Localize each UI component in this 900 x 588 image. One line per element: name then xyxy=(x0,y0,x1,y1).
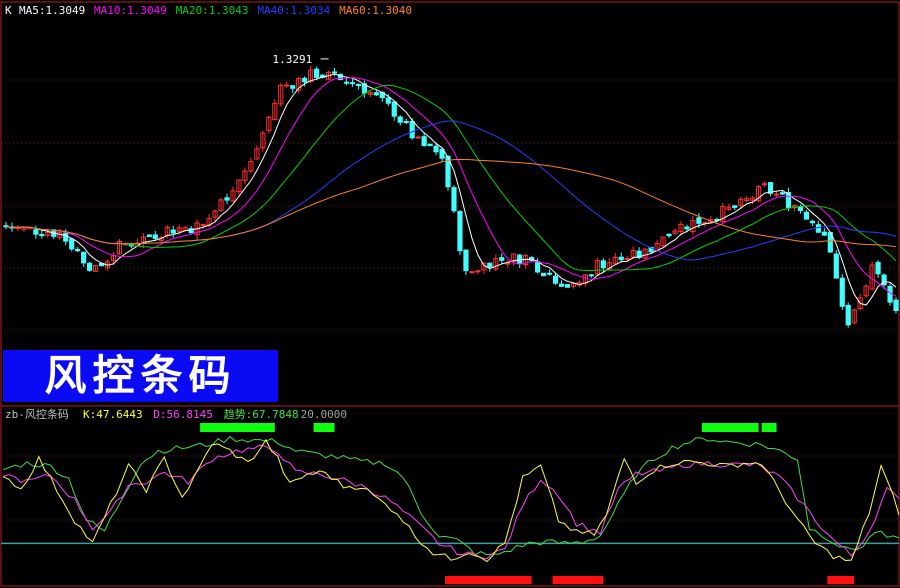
candle-body xyxy=(81,251,87,264)
candle-body xyxy=(588,274,594,277)
candle-body xyxy=(457,211,463,252)
candle-body xyxy=(331,71,338,74)
candle-body xyxy=(875,261,881,275)
chart-window: 1.3291 K MA5:1.3049 MA10:1.3049 MA20:1.3043 M… xyxy=(0,0,900,588)
bottom-signal-bar xyxy=(827,576,855,584)
candle-body xyxy=(87,262,93,271)
candle-body xyxy=(821,231,827,236)
candle-body xyxy=(797,206,804,211)
candle-body xyxy=(469,271,475,274)
price-legend-item: MA10:1.3049 xyxy=(94,4,167,17)
d-line xyxy=(2,444,900,560)
candle-body xyxy=(624,258,630,261)
candle-body xyxy=(696,217,702,224)
candle-body xyxy=(397,116,403,123)
indicator-legend-item: K:47.6443 xyxy=(83,408,143,421)
candle-body xyxy=(427,143,433,147)
candle-body xyxy=(290,85,296,89)
candle-body xyxy=(779,192,786,195)
candle-body xyxy=(385,97,391,104)
candle-body xyxy=(564,284,571,288)
indicator-legend-item: 趋势:67.7848 xyxy=(224,408,299,421)
candle-body xyxy=(540,272,547,277)
candle-body xyxy=(421,136,427,147)
candle-body xyxy=(170,229,176,234)
top-signal-bar xyxy=(701,423,759,432)
ma5-line xyxy=(5,73,897,306)
candle-body xyxy=(69,238,75,250)
candle-body xyxy=(558,283,565,287)
candle-body xyxy=(33,229,39,235)
candle-body xyxy=(314,68,320,78)
price-legend-item: MA60:1.3040 xyxy=(339,4,412,17)
candle-body xyxy=(200,223,206,226)
bottom-signal-bar xyxy=(552,576,604,584)
candle-body xyxy=(355,83,362,86)
candle-body xyxy=(762,183,768,186)
candle-body xyxy=(618,256,624,261)
candle-body xyxy=(833,253,839,279)
indicator-legend-item: D:56.8145 xyxy=(153,408,213,421)
indicator-legend-item: 20.0000 xyxy=(301,408,347,421)
candle-body xyxy=(732,205,738,208)
ma10-line xyxy=(5,77,897,297)
candle-body xyxy=(433,145,439,153)
candle-body xyxy=(535,261,541,273)
top-signal-bar xyxy=(313,423,335,432)
candle-body xyxy=(451,187,457,212)
candle-body xyxy=(809,220,815,224)
candle-body xyxy=(146,234,152,238)
trend-line xyxy=(2,435,900,556)
top-signal-bar xyxy=(200,423,275,432)
candle-body xyxy=(499,257,505,261)
candle-body xyxy=(684,226,690,230)
top-signal-bar xyxy=(761,423,777,432)
candle-body xyxy=(63,232,69,242)
chart-canvas[interactable]: 1.3291 K MA5:1.3049 MA10:1.3049 MA20:1.3043 M… xyxy=(0,0,900,588)
candle-body xyxy=(666,233,672,237)
price-legend-prefix: K xyxy=(5,4,12,17)
candle-body xyxy=(39,234,45,237)
candle-body xyxy=(415,136,421,139)
high-marker-label: 1.3291 xyxy=(273,53,313,66)
chart-frame xyxy=(0,1,900,587)
candle-body xyxy=(475,270,481,273)
candle-body xyxy=(845,304,851,326)
candle-body xyxy=(815,224,821,233)
candle-body xyxy=(600,260,606,269)
candle-body xyxy=(373,92,379,96)
candle-body xyxy=(773,193,780,196)
price-legend-item: MA5:1.3049 xyxy=(19,4,85,17)
bottom-signal-bar xyxy=(445,576,532,584)
price-legend-item: MA40:1.3034 xyxy=(257,4,330,17)
ma40-line xyxy=(5,120,897,261)
candle-body xyxy=(391,101,397,117)
candle-body xyxy=(839,277,845,307)
candle-body xyxy=(284,84,290,87)
candle-body xyxy=(343,81,350,84)
candle-body xyxy=(409,120,415,139)
candle-body xyxy=(224,197,230,201)
candle-body xyxy=(403,121,409,124)
candle-body xyxy=(552,275,559,284)
candle-body xyxy=(487,262,493,268)
candle-body xyxy=(803,211,810,220)
candle-body xyxy=(152,234,158,239)
price-legend-item: MA20:1.3043 xyxy=(176,4,249,17)
candle-body xyxy=(463,249,469,272)
candle-body xyxy=(546,272,553,275)
candle-body xyxy=(302,77,308,83)
ma60-line xyxy=(5,158,897,248)
candle-body xyxy=(893,299,899,311)
title-banner: 风控条码 xyxy=(3,350,278,402)
candle-body xyxy=(349,82,356,85)
indicator-title: zb-风控条码 xyxy=(5,407,69,421)
candle-body xyxy=(75,248,81,252)
